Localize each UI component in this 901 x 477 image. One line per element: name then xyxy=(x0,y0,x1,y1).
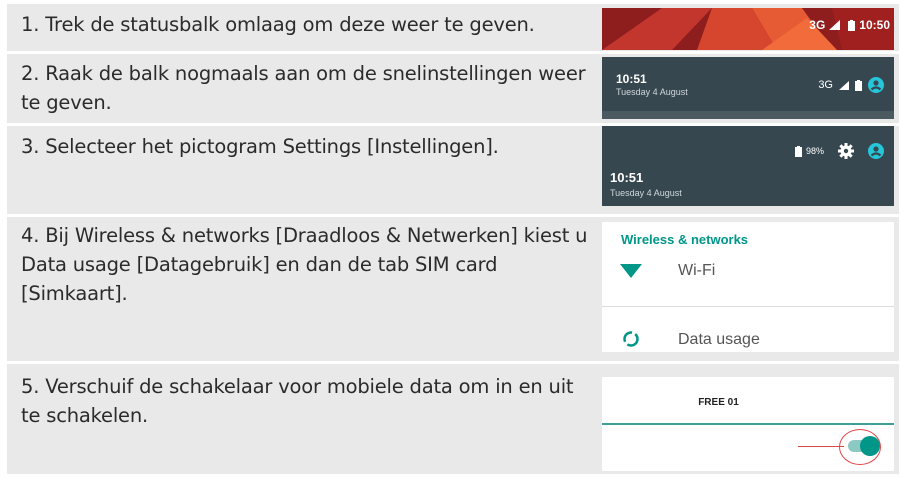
data-usage-item[interactable]: Data usage xyxy=(678,331,760,349)
wifi-icon xyxy=(620,264,642,278)
signal-icon xyxy=(839,80,849,90)
mobile-data-toggle[interactable] xyxy=(860,436,880,456)
battery-percent: 98% xyxy=(805,146,824,156)
quick-settings-icons: 98% xyxy=(794,143,884,159)
battery-indicator: 98% xyxy=(794,145,824,157)
quick-settings-time: 10:51 xyxy=(610,170,644,185)
settings-screenshot: Wireless & networks Wi-Fi Data usage xyxy=(602,222,894,352)
step-text-5: 5. Verschuif de schakelaar voor mobiele … xyxy=(21,375,574,427)
tab-sim[interactable]: FREE 01 xyxy=(602,397,835,408)
step-text-3: 3. Selecteer het pictogram Settings [Ins… xyxy=(21,135,499,158)
item-divider xyxy=(602,306,894,307)
battery-icon xyxy=(794,145,802,157)
callout-line xyxy=(798,446,844,447)
sim-card-screenshot: FREE 01 xyxy=(602,377,894,471)
status-time: 10:50 xyxy=(859,18,890,32)
notification-header-screenshot: 10:51 Tuesday 4 August 3G xyxy=(602,57,894,119)
battery-icon xyxy=(848,19,856,31)
gear-icon[interactable] xyxy=(838,143,854,159)
header-date: Tuesday 4 August xyxy=(616,87,688,97)
account-icon[interactable] xyxy=(868,77,884,93)
header-time: 10:51 xyxy=(616,72,647,86)
step-text-2: 2. Raak de balk nogmaals aan om de sneli… xyxy=(21,62,586,114)
step-text-1: 1. Trek de statusbalk omlaag om deze wee… xyxy=(21,13,535,36)
header-status-icons: 3G xyxy=(818,77,884,93)
network-label: 3G xyxy=(818,79,833,91)
section-header: Wireless & networks xyxy=(621,232,749,247)
status-icons: 3G 10:50 xyxy=(809,18,890,32)
account-icon[interactable] xyxy=(868,143,884,159)
signal-icon xyxy=(829,20,841,30)
battery-icon xyxy=(855,79,862,91)
statusbar-screenshot: 3G 10:50 xyxy=(602,8,894,50)
header-shadow xyxy=(602,111,894,119)
network-label: 3G xyxy=(809,18,826,32)
quick-settings-date: Tuesday 4 August xyxy=(610,188,682,198)
quick-settings-screenshot: 98% 10:51 Tuesday 4 August xyxy=(602,126,894,206)
tab-indicator xyxy=(602,423,894,425)
step-text-4: 4. Bij Wireless & networks [Draadloos & … xyxy=(21,224,588,305)
wifi-item[interactable]: Wi-Fi xyxy=(678,262,715,280)
data-usage-icon xyxy=(623,331,639,347)
